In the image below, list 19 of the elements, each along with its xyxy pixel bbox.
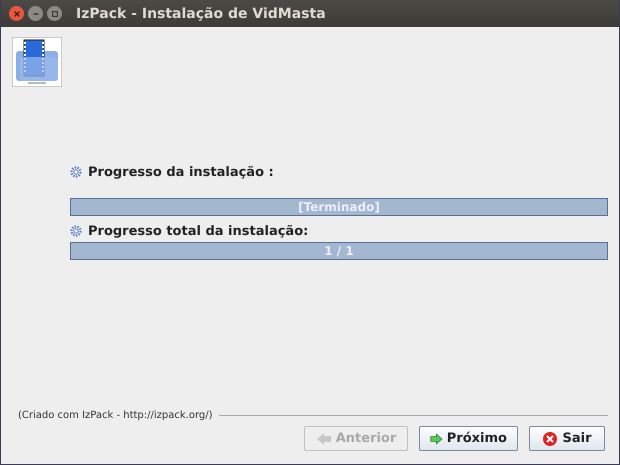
progress-text: [Terminado] <box>297 199 381 215</box>
credit-text: (Criado com IzPack - http://izpack.org/) <box>18 410 213 421</box>
next-button[interactable]: Próximo <box>419 426 518 451</box>
close-icon <box>12 10 20 18</box>
quit-button[interactable]: Sair <box>529 426 605 451</box>
maximize-button[interactable] <box>47 6 62 21</box>
right-arrow-icon <box>430 430 443 446</box>
film-folder-icon <box>12 37 62 87</box>
progress-label: Progresso total da instalação: <box>88 224 308 238</box>
gear-icon <box>70 225 82 237</box>
left-arrow-icon <box>316 430 332 446</box>
window-title: IzPack - Instalação de VidMasta <box>76 6 326 22</box>
maximize-icon <box>50 10 58 18</box>
close-button[interactable] <box>9 6 24 21</box>
minimize-button[interactable] <box>28 6 43 21</box>
progress-label: Progresso da instalação : <box>88 164 274 180</box>
close-icon <box>542 430 558 446</box>
progress-text: 1 / 1 <box>323 243 355 259</box>
gear-icon <box>70 166 82 178</box>
